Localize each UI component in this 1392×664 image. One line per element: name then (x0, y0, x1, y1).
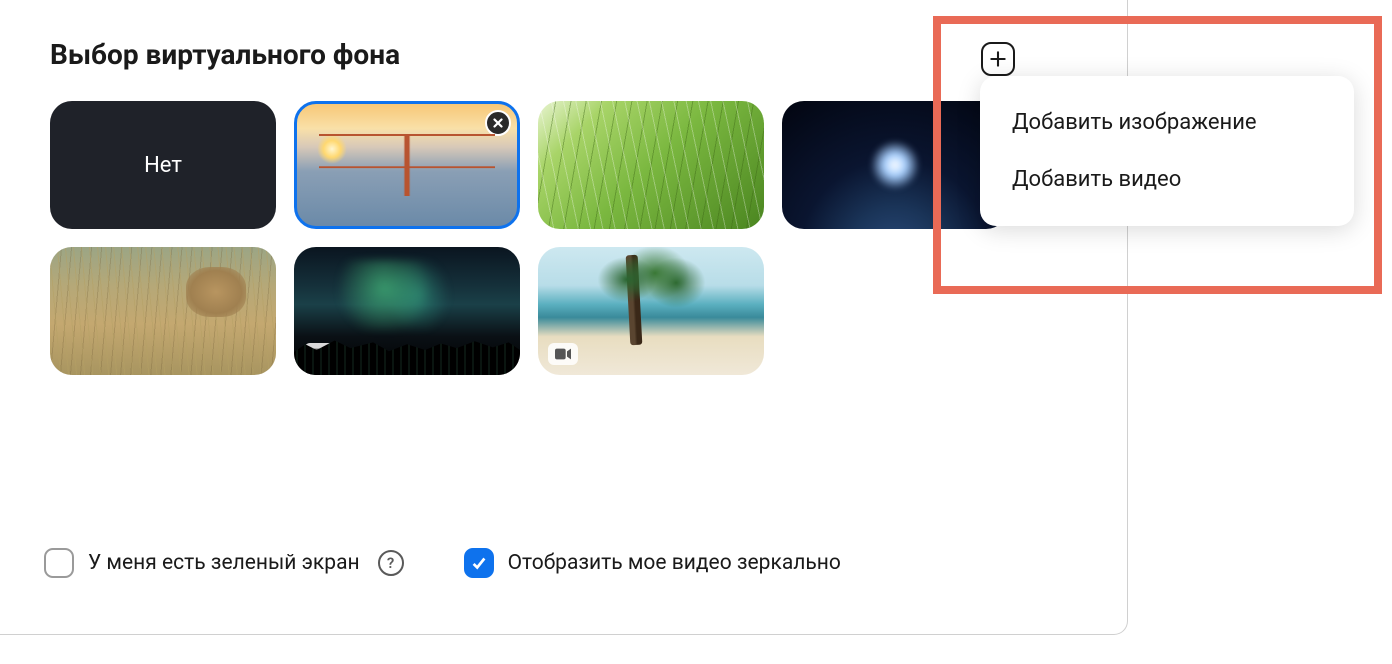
video-camera-icon (311, 348, 327, 360)
background-beach-tile[interactable] (538, 247, 764, 375)
mirror-video-checkbox[interactable] (464, 548, 494, 578)
add-video-menu-item[interactable]: Добавить видео (980, 151, 1354, 208)
options-row: У меня есть зеленый экран ? Отобразить м… (44, 548, 841, 578)
background-aurora-tile[interactable] (294, 247, 520, 375)
video-badge (304, 343, 334, 365)
green-screen-option: У меня есть зеленый экран ? (44, 548, 404, 578)
video-badge (548, 343, 578, 365)
mirror-video-label: Отобразить мое видео зеркально (508, 551, 841, 575)
panel-title: Выбор виртуального фона (50, 38, 1077, 71)
add-dropdown-menu: Добавить изображение Добавить видео (980, 76, 1354, 226)
none-label: Нет (144, 153, 182, 178)
background-earth-tile[interactable] (782, 101, 1008, 229)
checkmark-icon (470, 554, 488, 572)
background-none-tile[interactable]: Нет (50, 101, 276, 229)
add-image-menu-item[interactable]: Добавить изображение (980, 94, 1354, 151)
background-cougar-tile[interactable] (50, 247, 276, 375)
virtual-background-panel: Выбор виртуального фона Нет (0, 0, 1128, 635)
green-screen-checkbox[interactable] (44, 548, 74, 578)
green-screen-label: У меня есть зеленый экран (88, 551, 360, 575)
mirror-video-option: Отобразить мое видео зеркально (464, 548, 841, 578)
help-icon[interactable]: ? (378, 550, 404, 576)
background-tiles: Нет (50, 101, 1050, 375)
video-camera-icon (555, 348, 571, 360)
add-background-button[interactable] (981, 42, 1015, 76)
remove-background-button[interactable] (485, 110, 511, 136)
close-icon (491, 116, 505, 130)
plus-icon (988, 49, 1008, 69)
background-grass-tile[interactable] (538, 101, 764, 229)
background-bridge-tile[interactable] (294, 101, 520, 229)
